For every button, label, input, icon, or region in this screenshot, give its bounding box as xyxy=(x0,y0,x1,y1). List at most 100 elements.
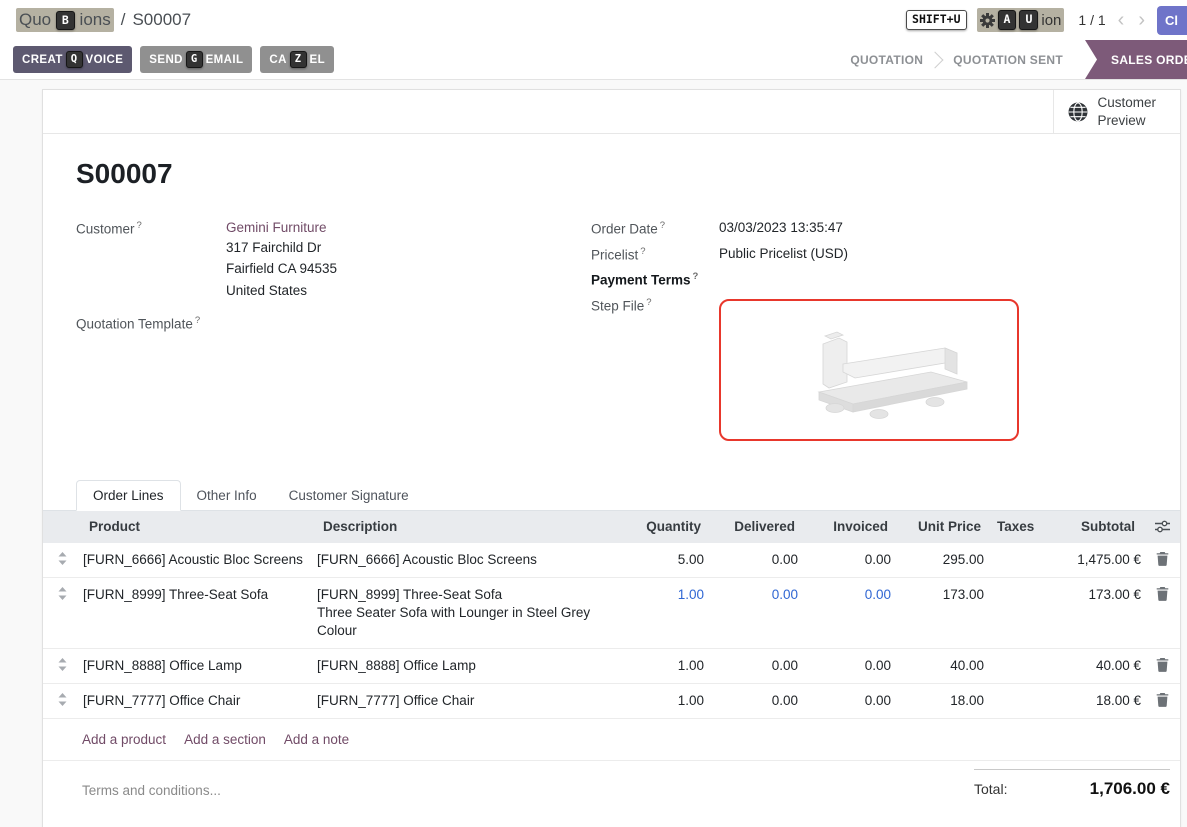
header-subtotal[interactable]: Subtotal xyxy=(1035,511,1143,543)
invoiced-cell[interactable]: 0.00 xyxy=(803,649,896,683)
invoiced-cell[interactable]: 0.00 xyxy=(803,543,896,577)
step-file-value xyxy=(719,297,1140,441)
order-line-row[interactable]: [FURN_6666] Acoustic Bloc Screens [FURN_… xyxy=(43,543,1180,578)
description-cell[interactable]: [FURN_8999] Three-Seat Sofa Three Seater… xyxy=(315,578,623,648)
unit-price-cell[interactable]: 40.00 xyxy=(896,649,989,683)
cancel-label-pre: CA xyxy=(269,54,286,66)
trash-icon xyxy=(1156,552,1169,566)
pricelist-help-icon[interactable]: ? xyxy=(640,246,645,257)
delivered-cell[interactable]: 0.00 xyxy=(709,649,803,683)
order-line-row[interactable]: [FURN_8888] Office Lamp [FURN_8888] Offi… xyxy=(43,649,1180,684)
customer-help-icon[interactable]: ? xyxy=(137,220,142,231)
description-cell[interactable]: [FURN_8888] Office Lamp xyxy=(315,649,623,683)
quotation-template-label: Quotation Template? xyxy=(76,315,226,332)
payment-terms-label-text: Payment Terms xyxy=(591,273,691,288)
pricelist-value[interactable]: Public Pricelist (USD) xyxy=(719,246,1140,263)
header-description[interactable]: Description xyxy=(315,511,623,543)
delete-row-button[interactable] xyxy=(1143,684,1182,716)
hint-badge-shift-u: SHIFT+U xyxy=(906,10,966,30)
invoiced-cell[interactable]: 0.00 xyxy=(803,684,896,718)
order-date-help-icon[interactable]: ? xyxy=(660,220,665,231)
statusbar-step-sales-order[interactable]: SALES ORDER xyxy=(1085,40,1187,79)
delete-row-button[interactable] xyxy=(1143,578,1182,610)
delivered-cell[interactable]: 0.00 xyxy=(709,578,803,612)
tab-customer-signature[interactable]: Customer Signature xyxy=(273,481,425,510)
drag-handle-icon xyxy=(58,658,67,671)
delete-row-button[interactable] xyxy=(1143,649,1182,681)
product-cell[interactable]: [FURN_7777] Office Chair xyxy=(81,684,315,718)
add-a-product-link[interactable]: Add a product xyxy=(82,732,166,747)
order-date-value[interactable]: 03/03/2023 13:35:47 xyxy=(719,220,1140,237)
send-email-button[interactable]: SEND G EMAIL xyxy=(140,46,252,73)
terms-and-conditions-input[interactable]: Terms and conditions... xyxy=(82,783,221,799)
tab-other-info[interactable]: Other Info xyxy=(181,481,273,510)
product-cell[interactable]: [FURN_6666] Acoustic Bloc Screens xyxy=(81,543,315,577)
record-title: S00007 xyxy=(76,158,1140,190)
unit-price-cell[interactable]: 18.00 xyxy=(896,684,989,718)
taxes-cell[interactable] xyxy=(989,578,1035,594)
control-bar: CREAT Q VOICE SEND G EMAIL CA Z EL QUOTA… xyxy=(0,40,1187,80)
product-cell[interactable]: [FURN_8888] Office Lamp xyxy=(81,649,315,683)
drag-handle[interactable] xyxy=(43,649,81,680)
payment-terms-help-icon[interactable]: ? xyxy=(693,271,699,282)
product-cell[interactable]: [FURN_8999] Three-Seat Sofa xyxy=(81,578,315,612)
delivered-cell[interactable]: 0.00 xyxy=(709,684,803,718)
drag-handle[interactable] xyxy=(43,543,81,574)
statusbar-step-quotation-sent[interactable]: QUOTATION SENT xyxy=(937,40,1079,79)
quotation-template-input[interactable] xyxy=(226,315,591,332)
order-line-row[interactable]: [FURN_7777] Office Chair [FURN_7777] Off… xyxy=(43,684,1180,719)
unit-price-cell[interactable]: 173.00 xyxy=(896,578,989,612)
statusbar-step-quotation[interactable]: QUOTATION xyxy=(834,40,939,79)
header-unit-price[interactable]: Unit Price xyxy=(896,511,989,543)
action-menu-button[interactable]: A U ion xyxy=(977,8,1065,32)
pager-next-button[interactable]: › xyxy=(1136,10,1147,30)
trash-icon xyxy=(1156,658,1169,672)
quantity-cell[interactable]: 1.00 xyxy=(623,649,709,683)
delete-row-button[interactable] xyxy=(1143,543,1182,575)
header-delivered[interactable]: Delivered xyxy=(709,511,803,543)
cancel-button[interactable]: CA Z EL xyxy=(260,46,334,73)
step-file-image[interactable] xyxy=(719,299,1019,441)
description-cell[interactable]: [FURN_6666] Acoustic Bloc Screens xyxy=(315,543,623,577)
breadcrumb-quotations-link[interactable]: Quo B ions xyxy=(16,8,114,32)
header-taxes[interactable]: Taxes xyxy=(989,511,1035,543)
optional-columns-button[interactable] xyxy=(1143,513,1182,540)
order-date-label: Order Date? xyxy=(591,220,719,237)
breadcrumb: Quo B ions / S00007 xyxy=(16,8,191,32)
invoiced-cell[interactable]: 0.00 xyxy=(803,578,896,612)
header-quantity[interactable]: Quantity xyxy=(623,511,709,543)
create-invoice-button[interactable]: CREAT Q VOICE xyxy=(13,46,132,73)
header-invoiced[interactable]: Invoiced xyxy=(803,511,896,543)
quantity-cell[interactable]: 1.00 xyxy=(623,578,709,612)
tab-order-lines[interactable]: Order Lines xyxy=(76,480,181,511)
odoo-sales-order-screen: Quo B ions / S00007 SHIFT+U xyxy=(0,0,1187,827)
delivered-cell[interactable]: 0.00 xyxy=(709,543,803,577)
customer-label-text: Customer xyxy=(76,222,135,237)
add-a-section-link[interactable]: Add a section xyxy=(184,732,266,747)
quantity-cell[interactable]: 1.00 xyxy=(623,684,709,718)
gear-icon xyxy=(980,13,995,28)
order-line-row[interactable]: [FURN_8999] Three-Seat Sofa [FURN_8999] … xyxy=(43,578,1180,649)
header-product[interactable]: Product xyxy=(81,511,315,543)
breadcrumb-parent-text-pre: Quo xyxy=(19,10,51,29)
customer-preview-button[interactable]: Customer Preview xyxy=(1053,90,1180,133)
truncated-edge-button[interactable]: Cl xyxy=(1157,6,1187,35)
quotation-template-label-text: Quotation Template xyxy=(76,316,193,331)
customer-link[interactable]: Gemini Furniture xyxy=(226,220,327,235)
pager-previous-button[interactable]: ‹ xyxy=(1116,10,1127,30)
subtotal-cell: 1,475.00 € xyxy=(1035,543,1143,577)
taxes-cell[interactable] xyxy=(989,684,1035,700)
payment-terms-input[interactable] xyxy=(719,271,1140,288)
unit-price-cell[interactable]: 295.00 xyxy=(896,543,989,577)
action-menu-label-rest: ion xyxy=(1041,12,1061,29)
drag-handle[interactable] xyxy=(43,684,81,715)
taxes-cell[interactable] xyxy=(989,543,1035,559)
quotation-template-help-icon[interactable]: ? xyxy=(195,315,200,326)
step-file-help-icon[interactable]: ? xyxy=(646,297,651,308)
quantity-cell[interactable]: 5.00 xyxy=(623,543,709,577)
taxes-cell[interactable] xyxy=(989,649,1035,665)
description-cell[interactable]: [FURN_7777] Office Chair xyxy=(315,684,623,718)
drag-handle[interactable] xyxy=(43,578,81,609)
drag-handle-icon xyxy=(58,693,67,706)
add-a-note-link[interactable]: Add a note xyxy=(284,732,349,747)
